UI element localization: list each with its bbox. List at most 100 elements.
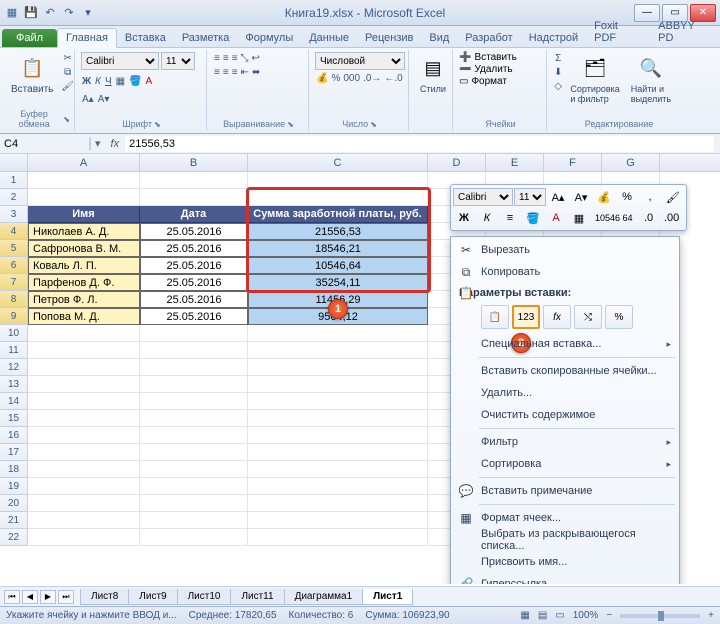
row-header[interactable]: 8 [0,291,28,308]
cell[interactable] [248,410,428,427]
cell[interactable] [140,512,248,529]
undo-icon[interactable]: ↶ [42,5,58,21]
align-left-button[interactable]: ≡ [213,66,221,79]
name-box-dropdown-icon[interactable]: ▾ [90,137,105,150]
mt-shrink-font-button[interactable]: A▾ [570,187,592,207]
merge-button[interactable]: ⬌ [251,66,261,79]
row-header[interactable]: 9 [0,308,28,325]
cell[interactable]: 25.05.2016 [140,291,248,308]
cut-icon[interactable]: ✂ [60,52,75,65]
cm-define-name[interactable]: Присвоить имя... [453,551,677,573]
col-header[interactable]: E [486,154,544,171]
tab-review[interactable]: Рецензив [357,29,421,47]
cell[interactable]: 21556,53 [248,223,428,240]
cell[interactable] [28,393,140,410]
cell[interactable] [140,172,248,189]
cell[interactable] [248,512,428,529]
cell[interactable] [248,376,428,393]
find-select-button[interactable]: 🔍 Найти и выделить [627,52,675,106]
italic-button[interactable]: К [94,75,102,88]
copy-icon[interactable]: ⧉ [60,66,75,79]
sheet-nav-last[interactable]: ⏭ [58,590,74,604]
tab-layout[interactable]: Разметка [174,29,238,47]
sheet-nav-first[interactable]: ⏮ [4,590,20,604]
cell[interactable] [140,325,248,342]
cell[interactable] [28,325,140,342]
cell[interactable] [28,172,140,189]
comma-button[interactable]: 000 [342,72,361,85]
cell[interactable] [140,461,248,478]
wrap-text-button[interactable]: ↩ [251,52,261,65]
row-header[interactable]: 15 [0,410,28,427]
percent-button[interactable]: % [330,72,341,85]
cell[interactable]: Сафронова В. М. [28,240,140,257]
indent-dec-button[interactable]: ⇤ [240,66,250,79]
row-header[interactable]: 17 [0,444,28,461]
cell[interactable]: 18546,21 [248,240,428,257]
clipboard-launcher-icon[interactable]: ⬊ [63,115,70,124]
mt-currency-button[interactable]: 💰 [593,187,615,207]
cell[interactable] [28,512,140,529]
shrink-font-button[interactable]: A▾ [97,93,111,106]
cell[interactable] [248,444,428,461]
cm-paste-special[interactable]: Специальная вставка...▸ [453,333,677,355]
align-top-button[interactable]: ≡ [213,52,221,65]
tab-formulas[interactable]: Формулы [237,29,301,47]
cell[interactable]: Дата [140,206,248,223]
align-launcher-icon[interactable]: ⬊ [287,120,294,129]
row-header[interactable]: 18 [0,461,28,478]
tab-addins[interactable]: Надстрой [521,29,586,47]
tab-foxit[interactable]: Foxit PDF [586,17,650,47]
cell[interactable] [28,478,140,495]
sheet-nav-prev[interactable]: ◀ [22,590,38,604]
cell[interactable] [28,359,140,376]
cell[interactable] [28,376,140,393]
cm-dropdown-list[interactable]: Выбрать из раскрывающегося списка... [453,529,677,551]
mt-size-select[interactable]: 11 [514,188,546,206]
cell[interactable] [248,325,428,342]
cell[interactable] [140,342,248,359]
insert-cells-button[interactable]: ➕Вставить [459,52,517,63]
cell[interactable] [248,393,428,410]
cell[interactable] [28,189,140,206]
cm-sort[interactable]: Сортировка▸ [453,453,677,475]
align-middle-button[interactable]: ≡ [222,52,230,65]
cm-hyperlink[interactable]: 🔗Гиперссылка... [453,573,677,584]
font-color-button[interactable]: A [145,75,154,88]
mt-format-painter-button[interactable]: 🖌 [662,187,684,207]
cm-copy[interactable]: ⧉Копировать [453,261,677,283]
cell[interactable]: 35254,11 [248,274,428,291]
sheet-tab-active[interactable]: Лист1 [362,589,413,605]
row-header[interactable]: 14 [0,393,28,410]
cell[interactable] [248,495,428,512]
sheet-tab[interactable]: Лист9 [128,589,177,605]
cell[interactable] [140,376,248,393]
row-header[interactable]: 3 [0,206,28,223]
tab-dev[interactable]: Разработ [457,29,520,47]
name-box[interactable]: C4 [0,138,90,150]
cell[interactable]: 25.05.2016 [140,257,248,274]
cell[interactable]: Петров Ф. Л. [28,291,140,308]
row-header[interactable]: 6 [0,257,28,274]
row-header[interactable]: 2 [0,189,28,206]
row-header[interactable]: 12 [0,359,28,376]
col-header[interactable]: F [544,154,602,171]
mt-dec-dec-button[interactable]: .00 [661,208,683,228]
tab-view[interactable]: Вид [421,29,457,47]
redo-icon[interactable]: ↷ [61,5,77,21]
cell[interactable] [248,189,428,206]
sheet-tab[interactable]: Лист10 [177,589,232,605]
inc-decimal-button[interactable]: .0→ [362,72,382,85]
cell[interactable] [140,410,248,427]
sheet-tab[interactable]: Диаграмма1 [284,589,364,605]
row-header[interactable]: 10 [0,325,28,342]
select-all-corner[interactable] [0,154,28,172]
number-launcher-icon[interactable]: ⬊ [370,120,377,129]
cell[interactable] [28,427,140,444]
cell[interactable]: Николаев А. Д. [28,223,140,240]
paste-opt-all[interactable]: 📋 [481,305,509,329]
row-header[interactable]: 7 [0,274,28,291]
format-cells-button[interactable]: ▭Формат [459,76,507,87]
cm-filter[interactable]: Фильтр▸ [453,431,677,453]
zoom-in-button[interactable]: + [708,610,714,621]
